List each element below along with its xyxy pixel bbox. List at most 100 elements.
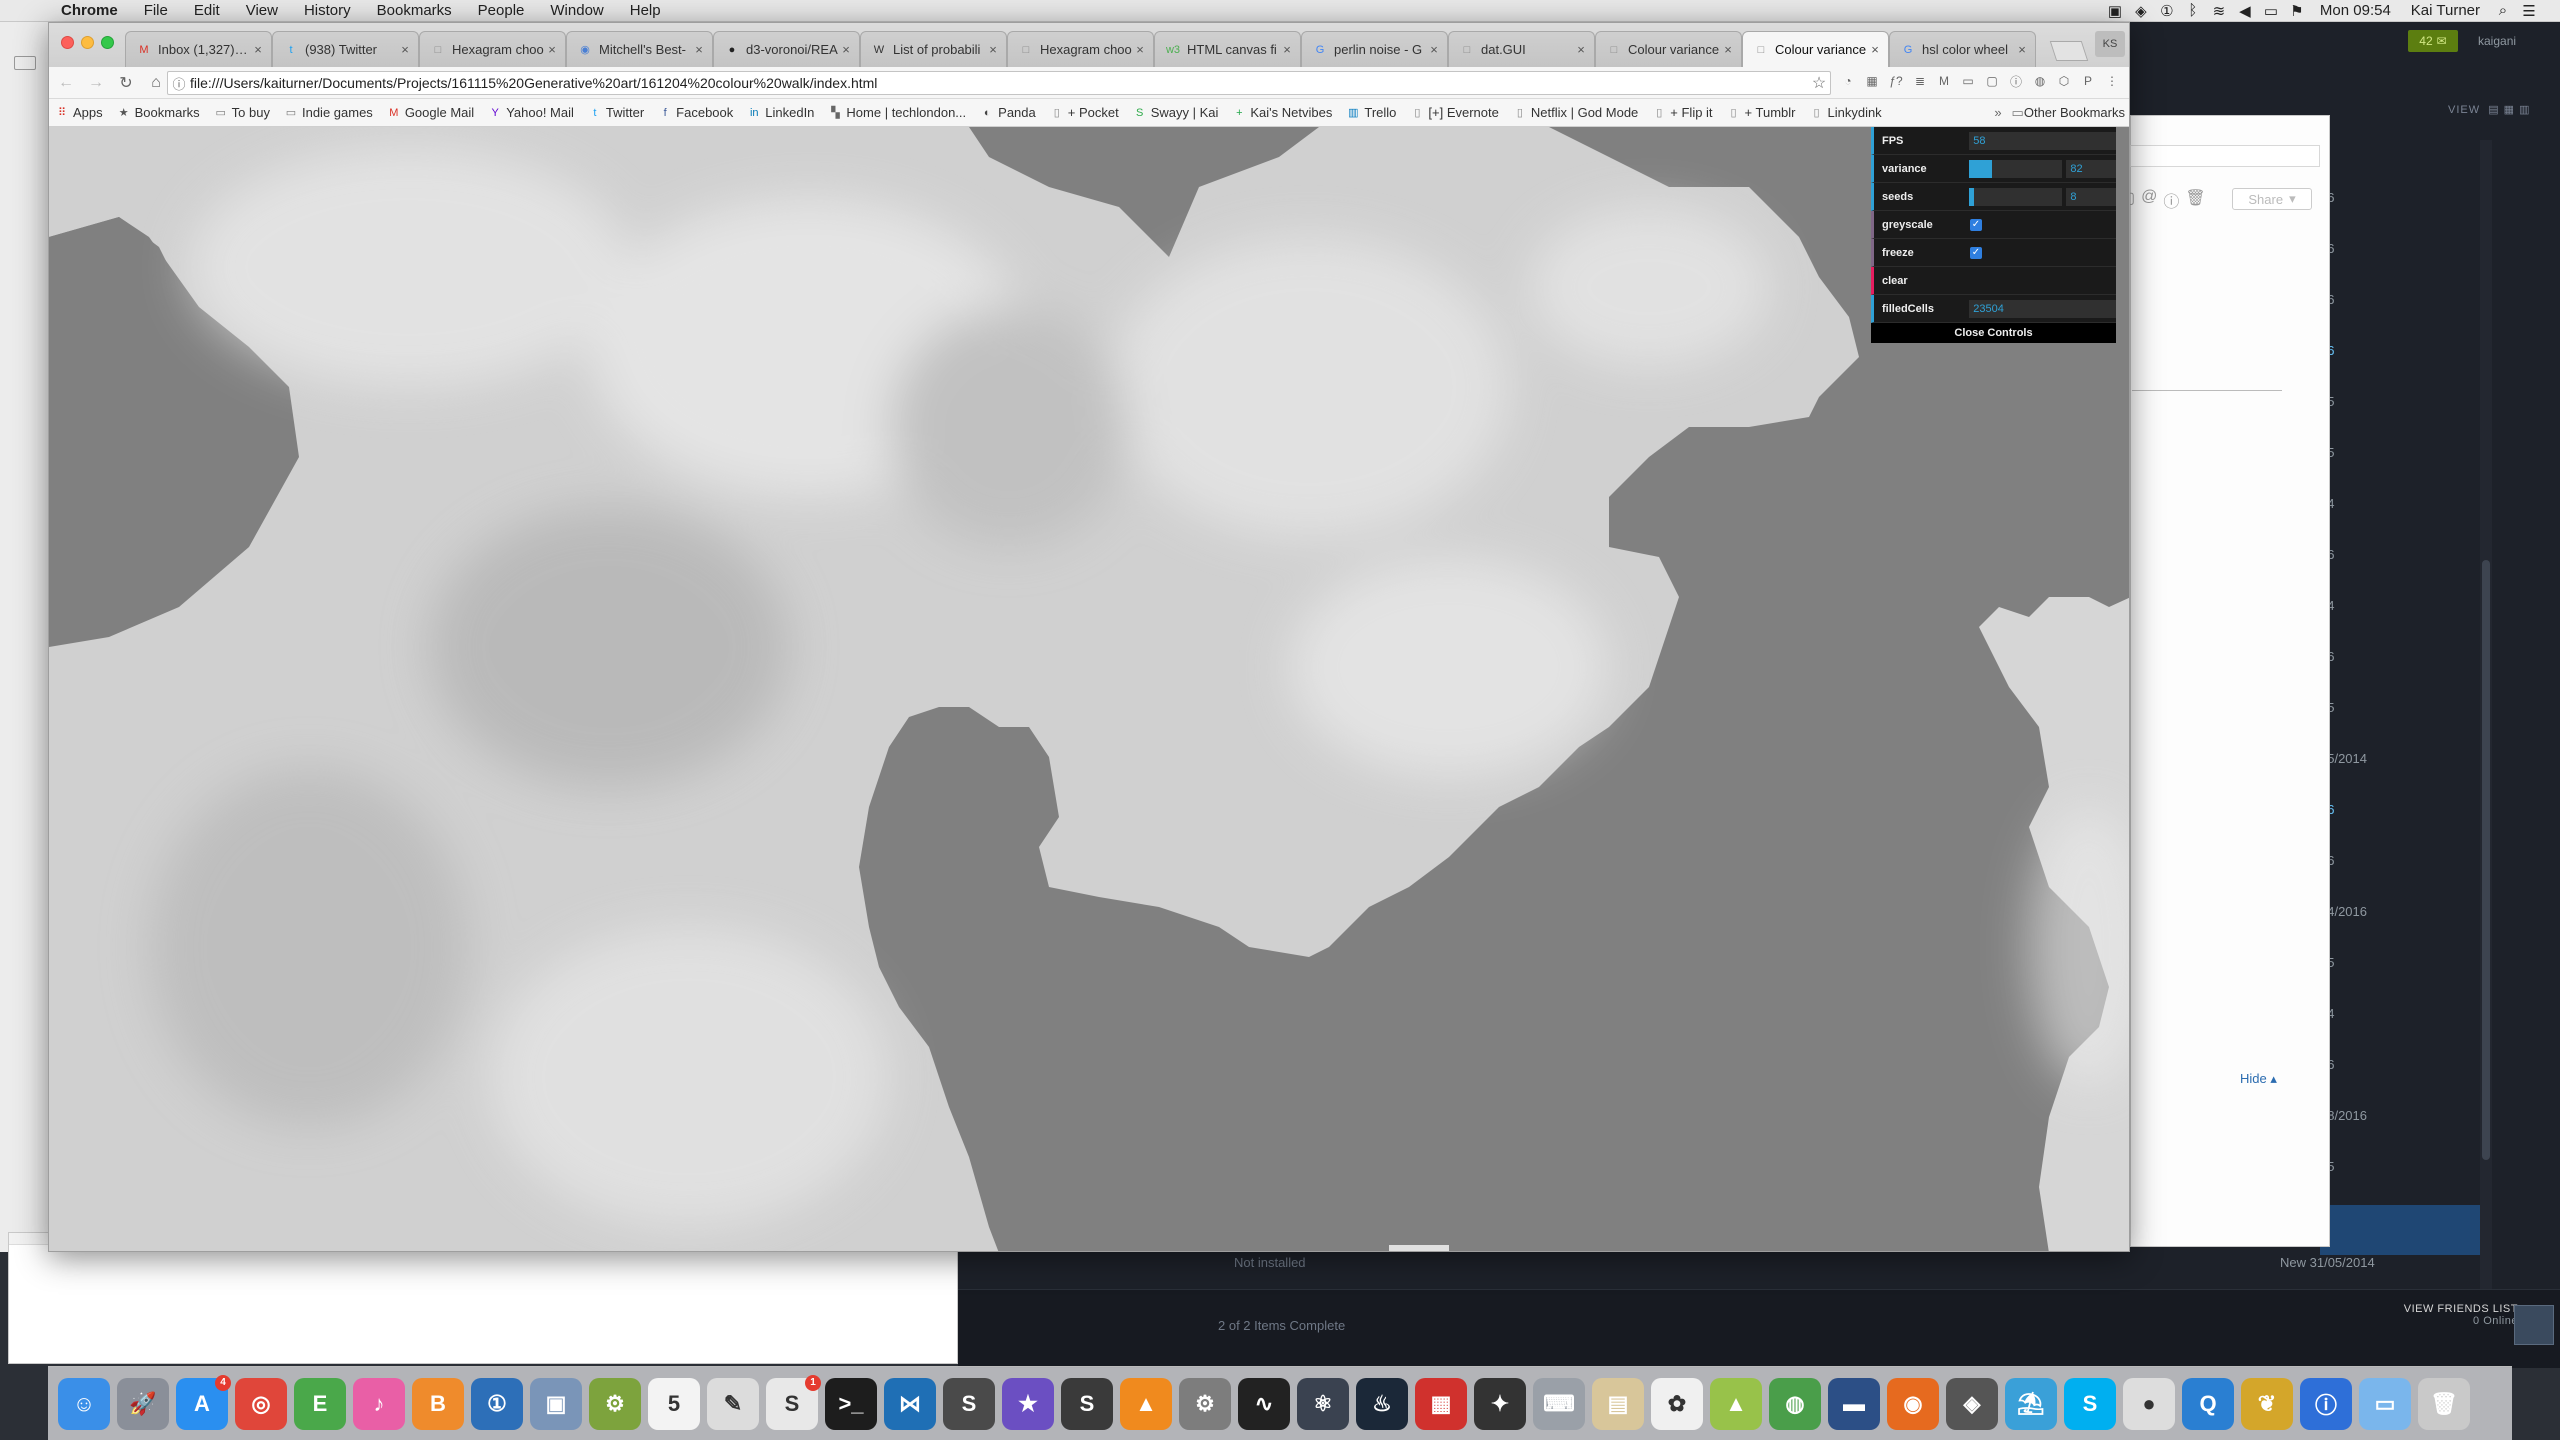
- list-item[interactable]: 16: [2320, 325, 2440, 376]
- clock[interactable]: Mon 09:54: [2310, 2, 2401, 19]
- list-item[interactable]: 15: [2320, 682, 2440, 733]
- tab-6[interactable]: □ Hexagram choo ×: [1007, 31, 1154, 67]
- sublime-icon[interactable]: S: [943, 1377, 995, 1430]
- close-tab-icon[interactable]: ×: [398, 42, 412, 57]
- folder-icon[interactable]: ▭: [2359, 1377, 2411, 1430]
- scrollbar-thumb[interactable]: [2482, 560, 2490, 1160]
- activity-monitor-icon[interactable]: ∿: [1238, 1377, 1290, 1430]
- cast-icon[interactable]: ▢: [1983, 72, 2001, 90]
- bookmark-item[interactable]: ★ Bookmarks: [117, 105, 200, 120]
- quicktime-icon[interactable]: Q: [2182, 1377, 2234, 1430]
- keyboard-icon[interactable]: ⌨: [1533, 1377, 1585, 1430]
- list-item[interactable]: 14: [2320, 988, 2440, 1039]
- volume-icon[interactable]: ◀: [2232, 2, 2258, 20]
- tab-10[interactable]: □ Colour variance ×: [1595, 31, 1742, 67]
- bookmark-item[interactable]: ▭ To buy: [214, 105, 270, 120]
- list-item[interactable]: 15: [2320, 1141, 2440, 1192]
- car-icon[interactable]: ▬: [1828, 1377, 1880, 1430]
- tab-0[interactable]: M Inbox (1,327) - k ×: [125, 31, 272, 67]
- 1password-icon[interactable]: ①: [471, 1377, 523, 1430]
- bookmark-item[interactable]: + Kai's Netvibes: [1232, 105, 1332, 120]
- view-label[interactable]: VIEW ▤ ▦ ▥: [2448, 103, 2531, 116]
- menu-view[interactable]: View: [233, 2, 291, 19]
- share-button[interactable]: Share ▾: [2232, 188, 2312, 210]
- tab-8[interactable]: Gperlin noise - G ×: [1301, 31, 1448, 67]
- noise-canvas[interactable]: [49, 127, 2130, 1252]
- ibooks-icon[interactable]: B: [412, 1377, 464, 1430]
- puzzle-icon[interactable]: ⬡: [2055, 72, 2073, 90]
- atom-icon[interactable]: ⚛: [1297, 1377, 1349, 1430]
- notification-badge[interactable]: 42 ✉: [2408, 30, 2458, 52]
- close-tab-icon[interactable]: ×: [545, 42, 559, 57]
- close-tab-icon[interactable]: ×: [1133, 42, 1147, 57]
- new-tab-button[interactable]: [2049, 41, 2089, 61]
- trash-icon[interactable]: 🗑: [2185, 188, 2205, 212]
- close-tab-icon[interactable]: ×: [839, 42, 853, 57]
- menu-people[interactable]: People: [465, 2, 538, 19]
- list-item[interactable]: 16: [2320, 223, 2440, 274]
- hide-link[interactable]: Hide ▴: [2240, 1071, 2277, 1087]
- preview-icon[interactable]: ▣: [530, 1377, 582, 1430]
- tab-4[interactable]: ● d3-voronoi/REA ×: [713, 31, 860, 67]
- list-item[interactable]: 15: [2320, 427, 2440, 478]
- minimize-window-button[interactable]: [81, 36, 94, 49]
- variance-value[interactable]: 82: [2066, 159, 2116, 178]
- trash-icon[interactable]: 🗑: [2418, 1377, 2470, 1430]
- beach-icon[interactable]: ⛱: [2005, 1377, 2057, 1430]
- vlc-icon[interactable]: ▲: [1120, 1377, 1172, 1430]
- other-bookmarks[interactable]: » ▭ Other Bookmarks: [1994, 105, 2125, 121]
- bookmark-item[interactable]: ▯ Linkydink: [1809, 105, 1881, 120]
- chevron-more-icon[interactable]: »: [1994, 105, 2001, 120]
- bookmark-item[interactable]: ▯ Netflix | God Mode: [1513, 105, 1638, 120]
- shield-icon[interactable]: ◍: [2031, 72, 2049, 90]
- back-arrow-icon[interactable]: ←: [53, 70, 79, 96]
- bookmark-item[interactable]: in LinkedIn: [747, 105, 814, 120]
- list-item[interactable]: 16: [2320, 784, 2440, 835]
- list-item[interactable]: 14: [2320, 478, 2440, 529]
- menu-help[interactable]: Help: [617, 2, 674, 19]
- menu-bookmarks[interactable]: Bookmarks: [364, 2, 465, 19]
- bookmark-item[interactable]: ◐ Panda: [980, 105, 1036, 120]
- forward-arrow-icon[interactable]: →: [83, 70, 109, 96]
- itunes-icon[interactable]: ♪: [353, 1377, 405, 1430]
- rss-icon[interactable]: ◔: [1839, 72, 1857, 90]
- list-item[interactable]: 15: [2320, 937, 2440, 988]
- bookmark-item[interactable]: ▭ Indie games: [284, 105, 373, 120]
- screen-icon[interactable]: ▭: [1959, 72, 1977, 90]
- list-item[interactable]: 16: [2320, 529, 2440, 580]
- list-item[interactable]: 16: [2320, 631, 2440, 682]
- close-tab-icon[interactable]: ×: [986, 42, 1000, 57]
- list-item[interactable]: 04/2016: [2320, 886, 2440, 937]
- list-item[interactable]: 16: [2320, 835, 2440, 886]
- gui-clear-button[interactable]: clear: [1871, 267, 2116, 295]
- info-icon[interactable]: ⓘ: [2163, 188, 2179, 212]
- filledcells-value[interactable]: 23504: [1969, 299, 2116, 318]
- bookmark-star-icon[interactable]: ☆: [1808, 73, 1830, 93]
- close-tab-icon[interactable]: ×: [2015, 42, 2029, 57]
- page-info-icon[interactable]: ⓘ: [168, 74, 190, 93]
- chrome-icon[interactable]: ◎: [235, 1377, 287, 1430]
- notification-center-icon[interactable]: ☰: [2516, 2, 2542, 20]
- list-item[interactable]: 08/2016: [2320, 1090, 2440, 1141]
- selected-row[interactable]: [2320, 1205, 2490, 1255]
- tab-2[interactable]: □ Hexagram choo ×: [419, 31, 566, 67]
- tab-3[interactable]: ◉ Mitchell's Best- ×: [566, 31, 713, 67]
- profile-button[interactable]: KS: [2095, 31, 2125, 57]
- app-store-icon[interactable]: A4: [176, 1374, 231, 1430]
- info-icon[interactable]: ⓘ: [2300, 1377, 2352, 1430]
- downloads-status[interactable]: 2 of 2 Items Complete: [1218, 1318, 1345, 1333]
- finder-icon[interactable]: ☺: [58, 1377, 110, 1430]
- compass-icon[interactable]: ◈: [1946, 1377, 1998, 1430]
- font-icon[interactable]: ƒ?: [1887, 72, 1905, 90]
- buffer-icon[interactable]: ≣: [1911, 72, 1929, 90]
- bookmark-item[interactable]: S Swayy | Kai: [1133, 105, 1218, 120]
- photos-icon[interactable]: ✿: [1651, 1377, 1703, 1430]
- sidebar-toggle-icon[interactable]: [14, 56, 36, 70]
- vscode-icon[interactable]: ⋈: [884, 1377, 936, 1430]
- menu-history[interactable]: History: [291, 2, 364, 19]
- greyscale-checkbox[interactable]: ✓: [1970, 218, 1982, 231]
- pineapple-icon[interactable]: ❦: [2241, 1377, 2293, 1430]
- seeds-value[interactable]: 8: [2066, 187, 2116, 206]
- list-item[interactable]: 05/2014: [2320, 733, 2440, 784]
- scrollbar[interactable]: [2480, 140, 2492, 1290]
